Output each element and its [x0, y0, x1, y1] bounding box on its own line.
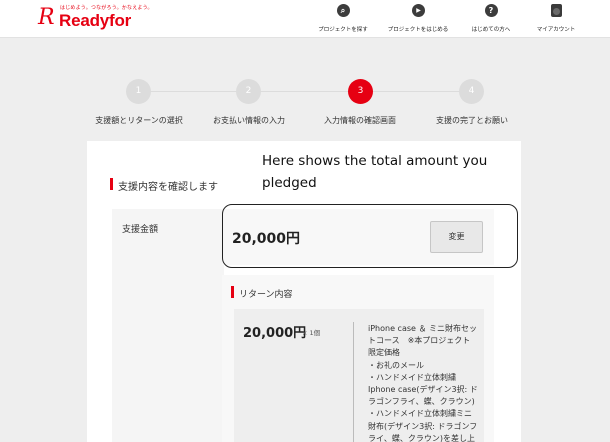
return-desc-line: iPhone case ＆ ミニ財布セッ: [368, 324, 478, 333]
step-3-label: 入力情報の確認画面: [324, 116, 396, 125]
step-2-circle: 2: [236, 79, 261, 104]
nav-label: プロジェクトを探す: [318, 27, 368, 33]
logo-text: Readyfor: [59, 11, 132, 30]
account-icon: [550, 4, 562, 17]
step-2-label: お支払い情報の入力: [213, 116, 285, 125]
return-section-title: リターン内容: [239, 290, 293, 300]
return-desc-line: ・ハンドメイド立体刺繍: [368, 372, 456, 382]
readyfor-logo[interactable]: はじめよう。つながろう。かなえよう。 R Readyfor: [38, 4, 153, 34]
return-desc-line: Iphone case(デザイン3択: ド: [368, 385, 478, 395]
play-icon: ▶: [411, 4, 425, 17]
return-section-marker: [231, 286, 234, 298]
step-3-circle: 3: [348, 79, 373, 104]
pledge-amount-value: 20,000円: [232, 231, 301, 247]
change-amount-button[interactable]: 変更: [430, 221, 483, 253]
nav-label: プロジェクトをはじめる: [387, 27, 449, 33]
return-desc-line: トコース ※本プロジェクト: [368, 336, 471, 346]
return-quantity: × 1個: [302, 329, 321, 337]
logo-mark: R: [38, 5, 55, 30]
step-4-circle: 4: [459, 79, 484, 104]
return-desc-line: 限定価格: [368, 348, 400, 358]
site-header: はじめよう。つながろう。かなえよう。 R Readyfor ⌕ プロジェクトを探…: [0, 0, 610, 38]
section-marker: [110, 178, 113, 190]
return-desc-line: 財布(デザイン3択: ドラゴンフ: [368, 421, 478, 431]
logo-tagline: はじめよう。つながろう。かなえよう。: [60, 5, 153, 11]
return-description: iPhone case ＆ ミニ財布セッ トコース ※本プロジェクト 限定価格 …: [368, 323, 486, 442]
nav-label: はじめての方へ: [471, 27, 511, 33]
step-1-label: 支援額とリターンの選択: [95, 116, 183, 125]
search-icon: ⌕: [336, 4, 350, 17]
nav-my-account[interactable]: マイアカウント: [534, 4, 578, 34]
annotation-text: Here shows the total amount you pledged: [262, 153, 488, 191]
nav-label: マイアカウント: [536, 27, 576, 33]
return-amount: 20,000円: [243, 326, 307, 341]
nav-start-project[interactable]: ▶ プロジェクトをはじめる: [386, 4, 450, 34]
return-desc-line: ラゴンフライ、蝶、クラウン): [368, 397, 475, 407]
section-title: 支援内容を確認します: [118, 182, 218, 193]
amount-row-label-cell: [112, 209, 224, 442]
step-1-circle: 1: [126, 79, 151, 104]
help-icon: ?: [484, 4, 498, 17]
nav-first-time[interactable]: ? はじめての方へ: [466, 4, 516, 34]
return-desc-line: ・ハンドメイド立体刺繍ミニ: [368, 409, 472, 419]
pledge-amount-label: 支援金額: [122, 225, 159, 235]
step-progress-line: [139, 91, 472, 92]
nav-find-projects[interactable]: ⌕ プロジェクトを探す: [318, 4, 368, 34]
step-4-label: 支援の完了とお願い: [436, 116, 508, 125]
return-divider: [353, 322, 354, 442]
return-desc-line: ライ、蝶、クラウン)を差し上: [368, 433, 475, 442]
return-desc-line: ・お礼のメール: [368, 360, 424, 370]
